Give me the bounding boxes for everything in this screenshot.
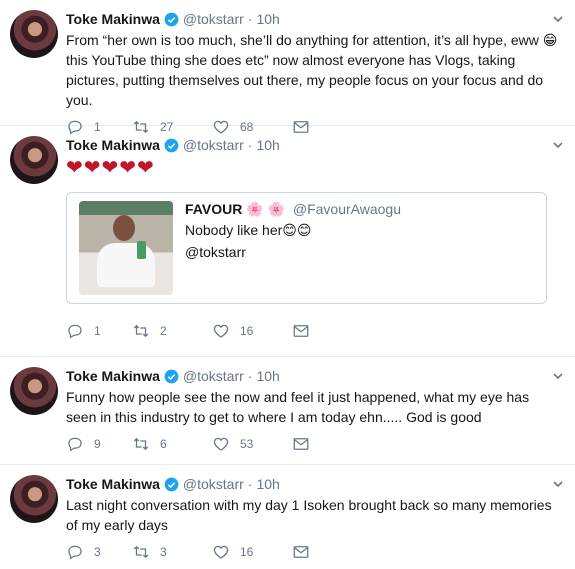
user-handle[interactable]: @tokstarr bbox=[183, 368, 244, 384]
caret-down-icon[interactable] bbox=[551, 369, 565, 383]
tweet-text: ❤❤❤❤❤ bbox=[66, 157, 155, 179]
separator-dot: · bbox=[247, 368, 253, 384]
verified-badge-icon bbox=[164, 12, 179, 27]
like-icon bbox=[213, 545, 229, 559]
display-name[interactable]: Toke Makinwa bbox=[66, 137, 160, 153]
quoted-tweet-text: Nobody like her😊😊 bbox=[185, 222, 312, 238]
verified-badge-icon bbox=[164, 477, 179, 492]
separator-dot: · bbox=[247, 476, 253, 492]
avatar[interactable] bbox=[10, 10, 58, 58]
retweet-icon bbox=[133, 324, 149, 338]
like-count: 16 bbox=[240, 545, 254, 559]
reply-count: 9 bbox=[94, 437, 101, 451]
separator-dot: · bbox=[247, 11, 253, 27]
message-button[interactable] bbox=[292, 322, 320, 340]
like-button[interactable]: 16 bbox=[212, 543, 272, 561]
action-bar: 3 3 16 bbox=[66, 535, 561, 569]
tweet[interactable]: Toke Makinwa @tokstarr · 10h From “her o… bbox=[0, 0, 575, 135]
verified-badge-icon bbox=[164, 138, 179, 153]
action-bar: 1 2 16 bbox=[66, 314, 561, 348]
timestamp[interactable]: 10h bbox=[256, 476, 279, 492]
tweet-text: Last night conversation with my day 1 Is… bbox=[66, 497, 552, 533]
retweet-button[interactable]: 6 bbox=[132, 435, 192, 453]
caret-down-icon[interactable] bbox=[551, 477, 565, 491]
reply-count: 3 bbox=[94, 545, 101, 559]
timestamp[interactable]: 10h bbox=[256, 368, 279, 384]
reply-button[interactable]: 3 bbox=[66, 543, 112, 561]
avatar[interactable] bbox=[10, 367, 58, 415]
like-count: 53 bbox=[240, 437, 254, 451]
message-button[interactable] bbox=[292, 435, 320, 453]
like-icon bbox=[213, 324, 229, 338]
caret-down-icon[interactable] bbox=[551, 138, 565, 152]
retweet-button[interactable]: 3 bbox=[132, 543, 192, 561]
like-button[interactable]: 53 bbox=[212, 435, 272, 453]
verified-badge-icon bbox=[164, 369, 179, 384]
quoted-display-name[interactable]: FAVOUR bbox=[185, 201, 242, 217]
quoted-tweet[interactable]: FAVOUR 🌸 🌸 @FavourAwaogu Nobody like her… bbox=[66, 192, 547, 304]
reply-icon bbox=[68, 545, 82, 560]
avatar[interactable] bbox=[10, 136, 58, 184]
retweet-button[interactable]: 2 bbox=[132, 322, 192, 340]
display-name[interactable]: Toke Makinwa bbox=[66, 368, 160, 384]
quoted-user-handle[interactable]: @FavourAwaogu bbox=[293, 201, 401, 217]
reply-button[interactable]: 9 bbox=[66, 435, 112, 453]
quoted-tweet-photo[interactable] bbox=[79, 201, 173, 295]
retweet-count: 6 bbox=[160, 437, 167, 451]
quoted-tweet-mention[interactable]: @tokstarr bbox=[185, 242, 401, 262]
reply-count: 1 bbox=[94, 324, 101, 338]
message-icon bbox=[293, 546, 309, 558]
tweet-text: From “her own is too much, she’ll do any… bbox=[66, 32, 558, 108]
action-bar: 9 6 53 bbox=[66, 427, 561, 461]
message-icon bbox=[293, 438, 309, 450]
user-handle[interactable]: @tokstarr bbox=[183, 137, 244, 153]
separator-dot: · bbox=[247, 137, 253, 153]
user-handle[interactable]: @tokstarr bbox=[183, 476, 244, 492]
timestamp[interactable]: 10h bbox=[256, 137, 279, 153]
message-icon bbox=[293, 325, 309, 337]
user-handle[interactable]: @tokstarr bbox=[183, 11, 244, 27]
reply-icon bbox=[68, 437, 82, 452]
like-button[interactable]: 16 bbox=[212, 322, 272, 340]
like-icon bbox=[213, 437, 229, 451]
tweet[interactable]: Toke Makinwa @tokstarr · 10h ❤❤❤❤❤ FAVOU… bbox=[0, 126, 575, 357]
timestamp[interactable]: 10h bbox=[256, 11, 279, 27]
tweet[interactable]: Toke Makinwa @tokstarr · 10h Funny how p… bbox=[0, 357, 575, 465]
avatar[interactable] bbox=[10, 475, 58, 523]
retweet-count: 3 bbox=[160, 545, 167, 559]
reply-icon bbox=[68, 324, 82, 339]
display-name[interactable]: Toke Makinwa bbox=[66, 476, 160, 492]
display-name[interactable]: Toke Makinwa bbox=[66, 11, 160, 27]
like-count: 16 bbox=[240, 324, 254, 338]
retweet-icon bbox=[133, 437, 149, 451]
tweet-text: Funny how people see the now and feel it… bbox=[66, 389, 530, 425]
flower-emoji: 🌸 🌸 bbox=[246, 201, 285, 217]
retweet-icon bbox=[133, 545, 149, 559]
retweet-count: 2 bbox=[160, 324, 167, 338]
tweet-feed: Toke Makinwa @tokstarr · 10h From “her o… bbox=[0, 0, 575, 565]
message-button[interactable] bbox=[292, 543, 320, 561]
caret-down-icon[interactable] bbox=[551, 12, 565, 26]
reply-button[interactable]: 1 bbox=[66, 322, 112, 340]
tweet[interactable]: Toke Makinwa @tokstarr · 10h Last night … bbox=[0, 465, 575, 565]
